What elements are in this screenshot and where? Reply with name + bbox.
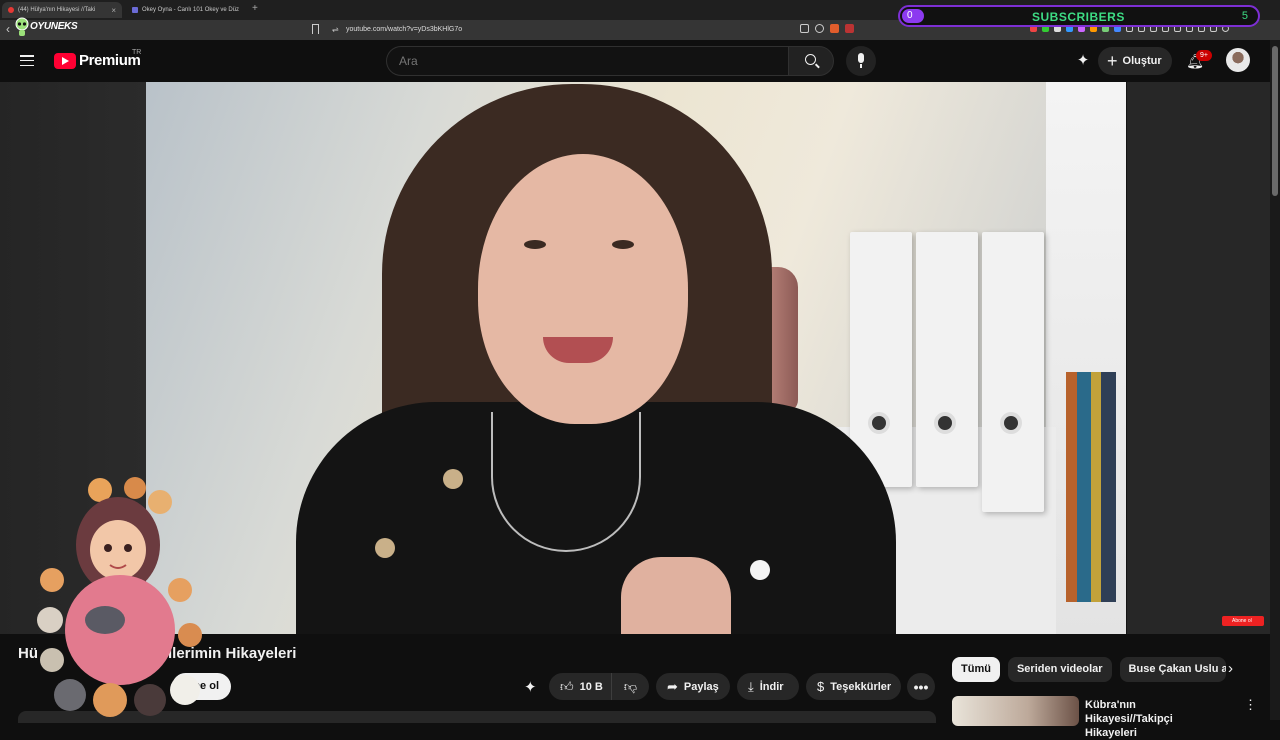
recommendation-thumbnail[interactable]	[952, 696, 1079, 726]
new-tab-icon[interactable]: +	[252, 3, 258, 14]
more-vert-icon[interactable]: ⋮	[1244, 697, 1257, 713]
brave-shield-icon[interactable]	[830, 24, 839, 33]
recommendation-title[interactable]: Kübra'nın Hikayesi//Takipçi Hikayeleri	[1085, 698, 1225, 740]
download-label: İndir	[759, 680, 784, 693]
chip-channel[interactable]: Buse Çakan Uslu adlı	[1119, 657, 1226, 682]
url-field[interactable]: youtube.com/watch?v=yDs3bKHlG7o	[346, 26, 462, 33]
download-icon: ⤓	[748, 678, 754, 694]
like-button[interactable]: 👍︎ 10 B	[549, 673, 611, 700]
tab-label: Okey Oyna - Canlı 101 Okey ve Düz	[142, 7, 240, 13]
coat-button	[750, 560, 770, 580]
notification-badge: 9+	[1196, 50, 1212, 61]
search-button[interactable]	[788, 46, 834, 76]
person-face	[478, 154, 688, 424]
thanks-button[interactable]: $ Teşekkürler	[806, 673, 901, 700]
search-input[interactable]	[386, 46, 788, 76]
hand	[621, 557, 731, 634]
youtube-play-icon	[54, 52, 76, 69]
site-favicon-icon	[132, 7, 138, 13]
address-actions	[800, 24, 854, 33]
goal-current: 0	[907, 10, 913, 21]
sparkle-icon[interactable]: ✦	[524, 678, 537, 696]
logo-text: OYUNEKS	[30, 21, 78, 32]
close-tab-icon[interactable]: ×	[111, 6, 116, 15]
share-button[interactable]: ➦ Paylaş	[656, 673, 730, 700]
browser-tab-youtube[interactable]: (44) Hülya'nın Hikayesi //Taki ×	[2, 2, 122, 18]
eye	[524, 240, 546, 249]
thanks-label: Teşekkürler	[830, 680, 892, 693]
zoom-icon[interactable]	[815, 24, 824, 33]
mic-icon[interactable]	[846, 46, 876, 76]
youtube-header: Premium TR ✦ +Oluştur 🔔︎	[0, 40, 1270, 82]
create-button[interactable]: + Oluştur	[1098, 47, 1172, 75]
thumbs-up-icon: 👍︎	[560, 678, 574, 694]
search-icon	[805, 54, 816, 65]
tab-label: (44) Hülya'nın Hikayesi //Taki	[18, 7, 96, 13]
eye	[612, 240, 634, 249]
video-frame[interactable]	[146, 82, 1126, 634]
books	[1066, 372, 1116, 602]
chevron-right-icon[interactable]: ›	[1228, 660, 1233, 677]
end-subscribe-chip[interactable]: Abone ol	[1222, 616, 1264, 626]
goal-label: SUBSCRIBERS	[1032, 10, 1125, 24]
streamer-logo: OYUNEKS	[14, 17, 78, 39]
goal-progress	[902, 9, 924, 23]
cast-icon[interactable]	[800, 24, 809, 33]
dislike-button[interactable]: 👎︎	[611, 673, 649, 700]
download-button[interactable]: ⤓ İndir	[737, 673, 799, 700]
coat-button	[375, 538, 395, 558]
country-code: TR	[132, 49, 142, 56]
sparkle-icon[interactable]: ✦	[1074, 52, 1092, 70]
more-actions-button[interactable]: •••	[907, 673, 935, 700]
subscriber-goal-widget: 0 SUBSCRIBERS 5	[898, 5, 1260, 27]
coat-button	[443, 469, 463, 489]
alien-logo-icon	[15, 17, 29, 36]
rewards-icon[interactable]	[845, 24, 854, 33]
menu-icon[interactable]	[20, 55, 34, 67]
youtube-favicon-icon	[8, 7, 14, 13]
thumbs-down-icon: 👎︎	[623, 678, 638, 694]
site-info-icon[interactable]: ⇌	[332, 25, 339, 34]
share-icon: ➦	[667, 678, 678, 694]
mascot-illustration	[37, 477, 202, 717]
browser-tab-okey[interactable]: Okey Oyna - Canlı 101 Okey ve Düz	[126, 2, 248, 18]
bookmark-icon[interactable]	[312, 24, 319, 34]
binder	[982, 232, 1044, 512]
scroll-thumb[interactable]	[1272, 46, 1278, 196]
avatar[interactable]	[1226, 48, 1250, 72]
binder	[916, 232, 978, 487]
create-label: Oluştur	[1122, 55, 1162, 67]
goal-target: 5	[1241, 10, 1248, 22]
more-icon: •••	[913, 678, 929, 695]
plus-icon: +	[1107, 51, 1118, 71]
chip-series[interactable]: Seriden videolar	[1007, 657, 1112, 682]
share-label: Paylaş	[683, 680, 719, 693]
back-icon[interactable]: ‹	[6, 22, 10, 36]
like-count: 10 B	[579, 680, 603, 693]
youtube-logo[interactable]: Premium TR	[54, 49, 142, 69]
super-thanks-icon: $	[817, 679, 825, 694]
chip-all[interactable]: Tümü	[952, 657, 1000, 682]
filter-chips: Tümü Seriden videolar Buse Çakan Uslu ad…	[952, 657, 1226, 682]
